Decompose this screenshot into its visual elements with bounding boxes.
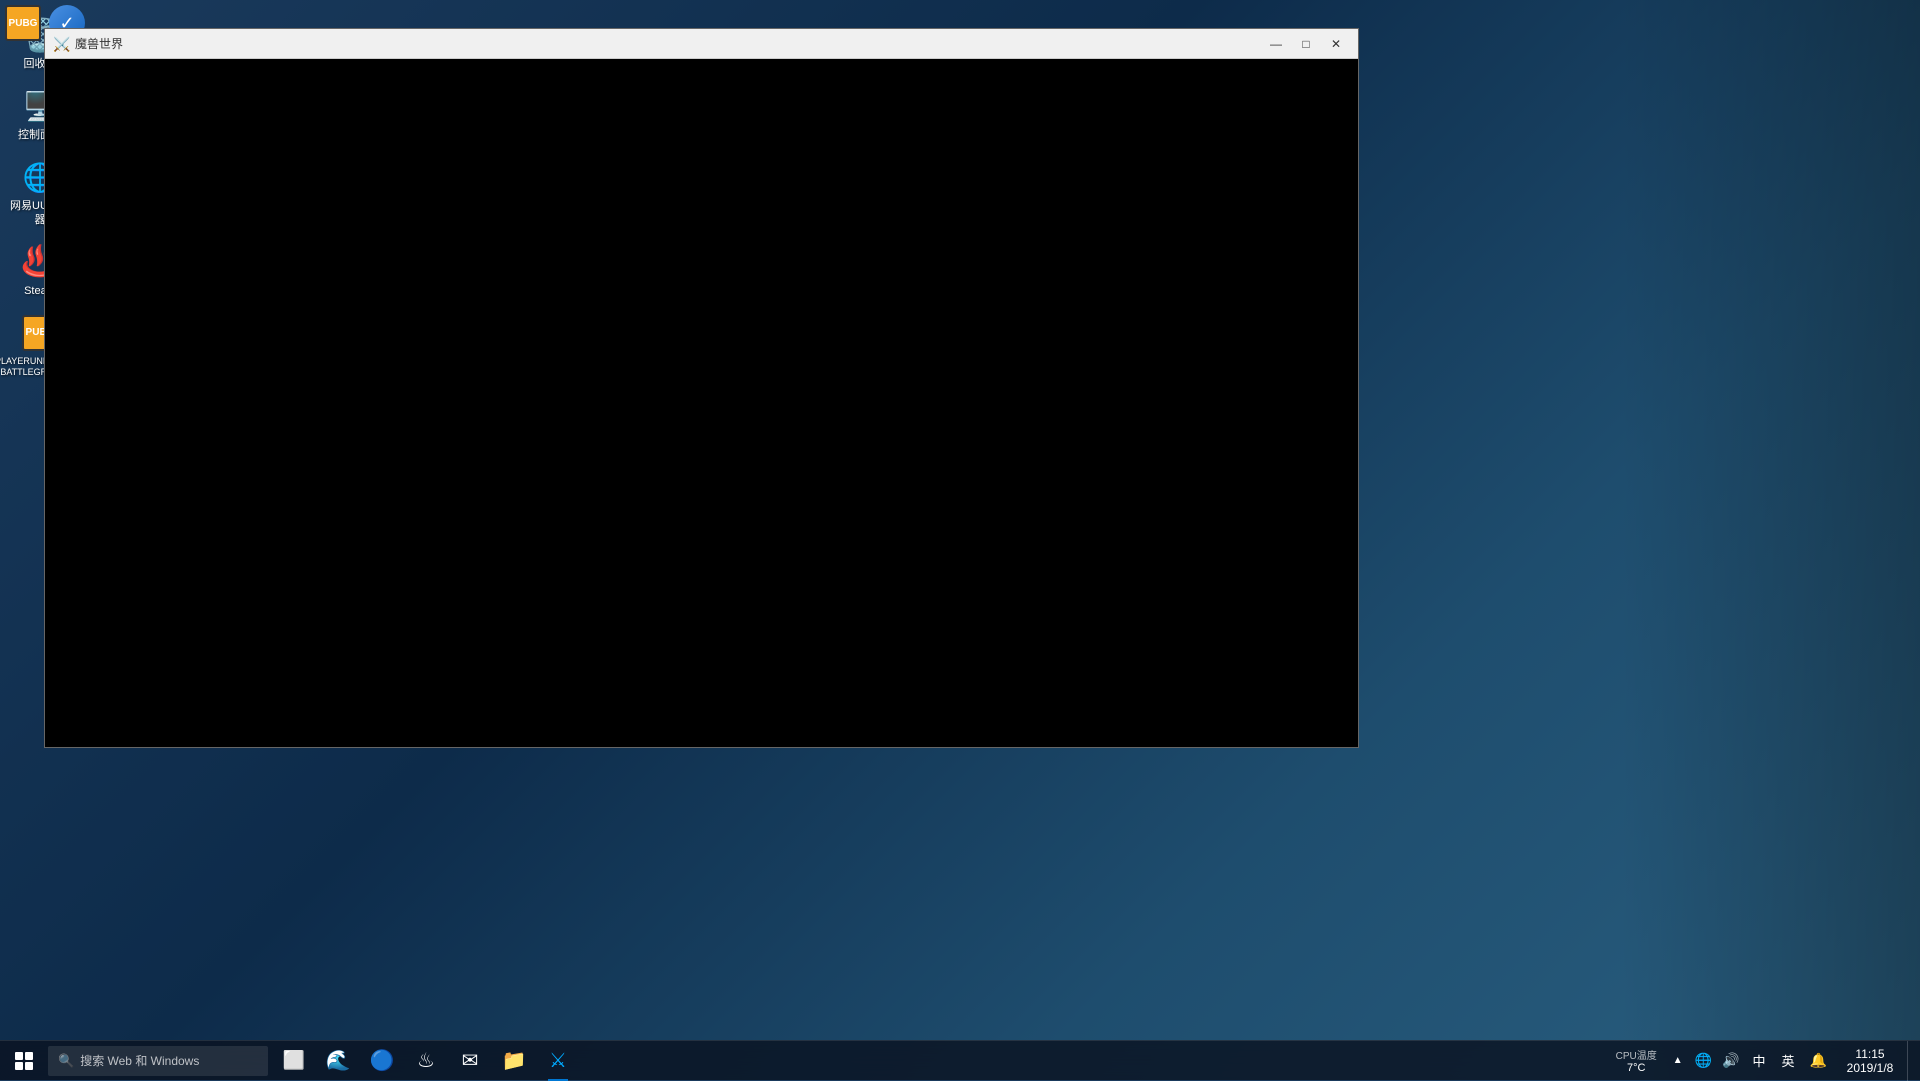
taskbar-right: CPU温度 7°C ▲ 🌐 🔊 中 英 xyxy=(1608,1041,1920,1081)
explorer-button[interactable]: 📁 xyxy=(492,1041,536,1081)
close-button[interactable]: ✕ xyxy=(1322,33,1350,55)
network-icon: 🌐 xyxy=(1695,1052,1712,1069)
edge-button[interactable]: 🌊 xyxy=(316,1041,360,1081)
ie-button[interactable]: 🔵 xyxy=(360,1041,404,1081)
window-title: 魔兽世界 xyxy=(75,35,123,52)
taskbar: 🔍 搜索 Web 和 Windows ⬜ 🌊 🔵 ♨ ✉ 📁 xyxy=(0,1040,1920,1080)
task-view-icon: ⬜ xyxy=(283,1050,305,1071)
titlebar-left: ⚔️ 魔兽世界 xyxy=(53,35,123,52)
pubg-top-icon-img: PUBG xyxy=(5,5,41,41)
wow-taskbar-icon: ⚔ xyxy=(549,1048,567,1073)
notification-button[interactable]: 🔔 xyxy=(1804,1041,1833,1081)
steam-taskbar-icon: ♨ xyxy=(417,1048,435,1073)
show-desktop-button[interactable] xyxy=(1907,1041,1915,1081)
cpu-temp-label: CPU温度 xyxy=(1616,1047,1657,1062)
clock-time: 11:15 xyxy=(1855,1047,1884,1061)
edge-icon: 🌊 xyxy=(326,1048,351,1073)
clock-date: 2019/1/8 xyxy=(1847,1061,1894,1075)
notification-icon: 🔔 xyxy=(1808,1050,1829,1071)
cpu-temp-indicator[interactable]: CPU温度 7°C xyxy=(1608,1041,1665,1081)
task-view-button[interactable]: ⬜ xyxy=(272,1041,316,1081)
language-button[interactable]: 英 xyxy=(1775,1041,1802,1081)
volume-button[interactable]: 🔊 xyxy=(1718,1041,1743,1081)
titlebar-controls: — □ ✕ xyxy=(1262,33,1350,55)
taskbar-apps: ⬜ 🌊 🔵 ♨ ✉ 📁 ⚔ xyxy=(272,1041,580,1081)
cpu-temp-value: 7°C xyxy=(1627,1062,1645,1074)
search-icon: 🔍 xyxy=(58,1053,74,1069)
taskbar-clock[interactable]: 11:15 2019/1/8 xyxy=(1835,1041,1905,1081)
pubg-top-icon[interactable]: PUBG xyxy=(5,5,41,41)
ime-icon: 中 xyxy=(1750,1051,1769,1070)
network-button[interactable]: 🌐 xyxy=(1691,1041,1716,1081)
mail-button[interactable]: ✉ xyxy=(448,1041,492,1081)
desktop: 🗑️ 回收站 🖥️ 控制面板 🌐 网易UU加速器 ♨️ Steam PUBG P… xyxy=(0,0,1920,1080)
window-titlebar: ⚔️ 魔兽世界 — □ ✕ xyxy=(45,29,1358,59)
minimize-button[interactable]: — xyxy=(1262,33,1290,55)
taskbar-search[interactable]: 🔍 搜索 Web 和 Windows xyxy=(48,1046,268,1076)
ime-button[interactable]: 中 xyxy=(1746,1041,1773,1081)
maximize-button[interactable]: □ xyxy=(1292,33,1320,55)
language-icon: 英 xyxy=(1779,1051,1798,1070)
window-content xyxy=(45,59,1358,747)
steam-taskbar-button[interactable]: ♨ xyxy=(404,1041,448,1081)
windows-logo-icon xyxy=(15,1052,33,1070)
expand-tray-icon: ▲ xyxy=(1671,1055,1685,1066)
volume-icon: 🔊 xyxy=(1722,1052,1739,1069)
wow-taskbar-button[interactable]: ⚔ xyxy=(536,1041,580,1081)
window-icon: ⚔️ xyxy=(53,36,69,52)
mail-icon: ✉ xyxy=(462,1048,479,1073)
search-placeholder: 搜索 Web 和 Windows xyxy=(80,1052,199,1069)
wow-window: ⚔️ 魔兽世界 — □ ✕ xyxy=(44,28,1359,748)
ie-icon: 🔵 xyxy=(370,1048,395,1073)
explorer-icon: 📁 xyxy=(502,1048,527,1073)
start-button[interactable] xyxy=(0,1041,48,1081)
tray-expand-button[interactable]: ▲ xyxy=(1667,1041,1689,1081)
